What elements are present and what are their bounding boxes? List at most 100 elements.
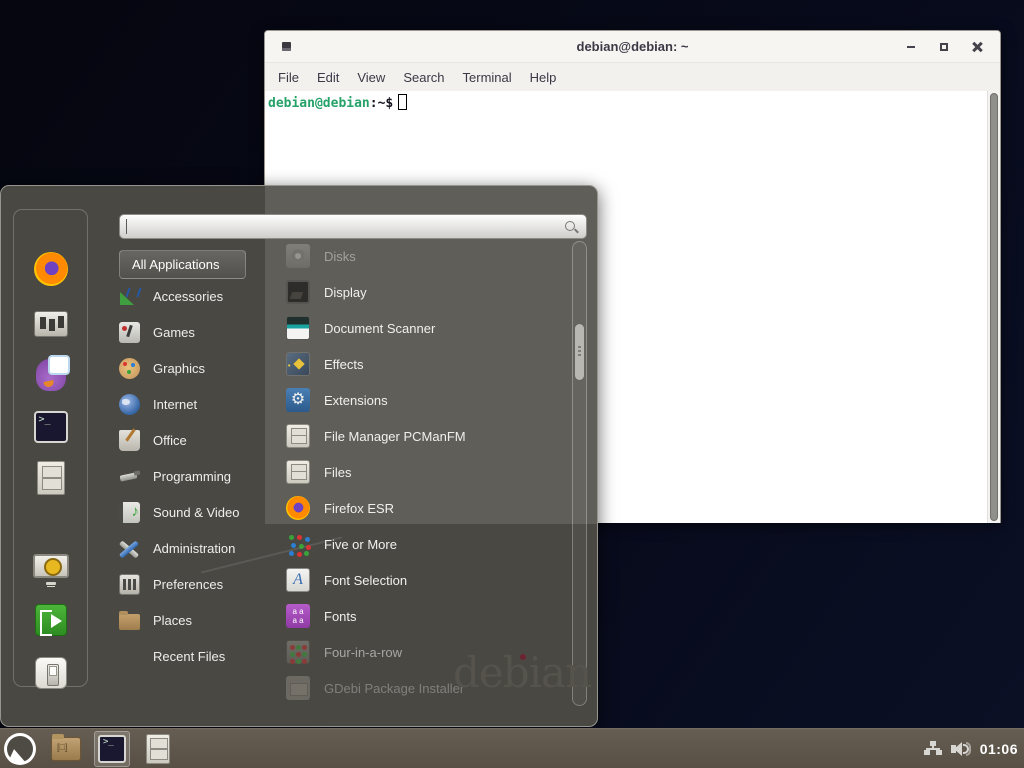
volume-icon[interactable]: [951, 741, 971, 757]
minimize-button[interactable]: [902, 38, 920, 56]
favorite-messenger[interactable]: [31, 355, 71, 395]
app-gdebi-package-installer[interactable]: GDebi Package Installer: [286, 672, 566, 704]
file-cabinet-icon: [286, 460, 310, 484]
file-cabinet-icon: [286, 424, 310, 448]
file-cabinet-icon: [37, 461, 65, 495]
search-icon: [563, 219, 579, 235]
prompt-path: :~$: [370, 96, 393, 111]
network-icon[interactable]: [924, 741, 942, 757]
app-disks[interactable]: Disks: [286, 240, 566, 272]
display-icon: [286, 280, 310, 304]
app-list-scrollbar[interactable]: [572, 241, 587, 706]
places-icon: [119, 614, 140, 630]
app-document-scanner[interactable]: Document Scanner: [286, 312, 566, 344]
window-icon: [282, 42, 291, 51]
category-administration[interactable]: Administration: [119, 532, 269, 564]
taskbar: 01:06: [0, 728, 1024, 768]
favorite-terminal[interactable]: [31, 407, 71, 447]
shell-prompt: debian@debian:~$: [268, 94, 407, 111]
menu-file[interactable]: File: [269, 66, 308, 89]
programming-icon: [119, 466, 140, 487]
app-list-scrollbar-thumb[interactable]: [575, 324, 584, 380]
log-out-icon: [35, 604, 67, 636]
prompt-user-host: debian@debian: [268, 96, 370, 111]
search-box[interactable]: [119, 214, 587, 239]
category-graphics[interactable]: Graphics: [119, 352, 269, 384]
minimize-icon: [907, 46, 915, 48]
app-font-selection[interactable]: Font Selection: [286, 564, 566, 596]
app-five-or-more[interactable]: Five or More: [286, 528, 566, 560]
log-out-button[interactable]: [31, 600, 71, 640]
category-games[interactable]: Games: [119, 316, 269, 348]
fonts-icon: [286, 604, 310, 628]
terminal-scrollbar[interactable]: [987, 91, 1000, 523]
sound-video-icon: [119, 502, 140, 523]
font-selection-icon: [286, 568, 310, 592]
desktop: debian@debian: ~ File Edit View Search T…: [0, 0, 1024, 768]
games-icon: [119, 322, 140, 343]
category-accessories[interactable]: Accessories: [119, 280, 269, 312]
terminal-titlebar[interactable]: debian@debian: ~: [265, 31, 1000, 63]
menu-help[interactable]: Help: [521, 66, 566, 89]
category-all-applications[interactable]: All Applications: [119, 250, 246, 279]
disks-icon: [286, 244, 310, 268]
document-scanner-icon: [286, 316, 310, 340]
office-icon: [119, 430, 140, 451]
app-firefox-esr[interactable]: Firefox ESR: [286, 492, 566, 524]
favorite-file-manager[interactable]: [31, 458, 71, 498]
menu-terminal[interactable]: Terminal: [454, 66, 521, 89]
app-files[interactable]: Files: [286, 456, 566, 488]
pidgin-icon: [36, 359, 66, 391]
terminal-task-button[interactable]: [94, 731, 130, 767]
app-extensions[interactable]: Extensions: [286, 384, 566, 416]
text-cursor: [398, 94, 407, 110]
menu-edit[interactable]: Edit: [308, 66, 348, 89]
terminal-icon: [34, 411, 68, 443]
app-display[interactable]: Display: [286, 276, 566, 308]
close-icon: [972, 42, 982, 52]
menu-button[interactable]: [2, 731, 38, 767]
favorite-firefox[interactable]: [31, 249, 71, 289]
extensions-icon: [286, 388, 310, 412]
close-button[interactable]: [968, 38, 986, 56]
terminal-scrollbar-thumb[interactable]: [990, 93, 998, 521]
shut-down-button[interactable]: [31, 653, 71, 693]
four-in-a-row-icon: [286, 640, 310, 664]
administration-icon: [119, 538, 140, 559]
category-office[interactable]: Office: [119, 424, 269, 456]
app-fonts[interactable]: Fonts: [286, 600, 566, 632]
menu-view[interactable]: View: [348, 66, 394, 89]
menu-logo-icon: [4, 733, 36, 765]
accessories-icon: [119, 286, 140, 307]
maximize-icon: [940, 43, 948, 51]
search-input[interactable]: [133, 219, 563, 234]
internet-icon: [119, 394, 140, 415]
menu-search[interactable]: Search: [394, 66, 453, 89]
category-recent-files[interactable]: Recent Files: [119, 640, 269, 672]
app-four-in-a-row[interactable]: Four-in-a-row: [286, 636, 566, 668]
shut-down-icon: [35, 657, 67, 689]
category-preferences[interactable]: Preferences: [119, 568, 269, 600]
firefox-icon: [286, 496, 310, 520]
file-cabinet-icon: [146, 734, 170, 764]
category-internet[interactable]: Internet: [119, 388, 269, 420]
folder-icon: [51, 737, 81, 761]
graphics-icon: [119, 358, 140, 379]
category-places[interactable]: Places: [119, 604, 269, 636]
category-sound-video[interactable]: Sound & Video: [119, 496, 269, 528]
lock-screen-button[interactable]: [31, 546, 71, 586]
terminal-menubar: File Edit View Search Terminal Help: [265, 63, 1000, 91]
favorite-sound-mixer[interactable]: [31, 304, 71, 344]
desktop-folder-launcher[interactable]: [48, 731, 84, 767]
maximize-button[interactable]: [935, 38, 953, 56]
category-label: All Applications: [132, 257, 219, 272]
effects-icon: [286, 352, 310, 376]
five-or-more-icon: [286, 532, 310, 556]
recent-files-spacer: [119, 646, 140, 667]
clock[interactable]: 01:06: [980, 741, 1018, 757]
files-launcher[interactable]: [140, 731, 176, 767]
category-programming[interactable]: Programming: [119, 460, 269, 492]
app-effects[interactable]: Effects: [286, 348, 566, 380]
app-file-manager-pcmanfm[interactable]: File Manager PCManFM: [286, 420, 566, 452]
application-menu: All Applications Accessories Games Graph…: [0, 185, 598, 727]
